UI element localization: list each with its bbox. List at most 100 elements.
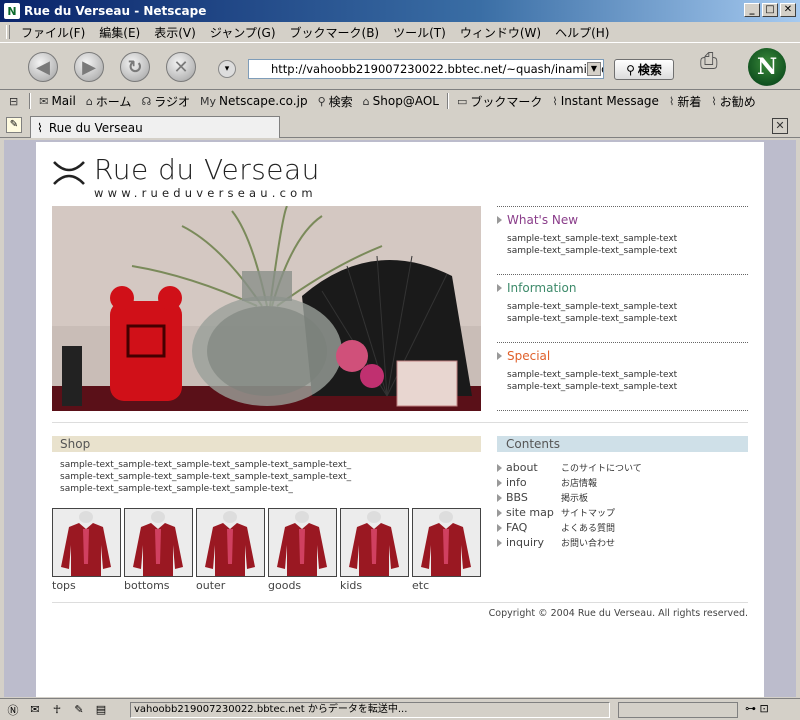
menu-tools[interactable]: ツール(T) (386, 24, 453, 41)
home-icon: ⌂ (85, 94, 93, 108)
category-label: etc (412, 579, 430, 592)
minimize-button[interactable]: _ (744, 3, 760, 17)
toolbar-item-bookmarks[interactable]: ▭ ブックマーク (452, 93, 547, 110)
contents-item-bbs[interactable]: BBS 掲示板 (497, 490, 642, 505)
toolbar-item-search[interactable]: ⚲ 検索 (313, 93, 358, 110)
radio-icon: ☊ (141, 94, 152, 108)
news-line: sample-text_sample-text_sample-text (507, 302, 678, 312)
stop-icon: ✕ (173, 56, 189, 78)
toolbar-label: ラジオ (154, 94, 190, 109)
shop-text-line: sample-text_sample-text_sample-text_samp… (60, 472, 352, 482)
news-heading-special[interactable]: Special (497, 349, 748, 363)
category-kids[interactable]: kids (340, 508, 409, 592)
sidebar-toggle[interactable]: ⊟ (4, 95, 26, 108)
tab-bar: ✎ ⌇ Rue du Verseau ✕ (0, 113, 800, 138)
toolbar-item-shop[interactable]: ⌂ Shop@AOL (358, 94, 444, 108)
product-thumbnail[interactable] (340, 508, 409, 577)
product-thumbnail[interactable] (412, 508, 481, 577)
security-lock-icon[interactable]: ⊶ ⊡ (745, 702, 793, 718)
contents-item-faq[interactable]: FAQ よくある質問 (497, 520, 642, 535)
composer-icon[interactable]: ✎ (70, 702, 88, 718)
history-dropdown-icon[interactable]: ▾ (218, 60, 236, 78)
menu-bookmarks[interactable]: ブックマーク(B) (283, 24, 387, 41)
arrow-right-icon (497, 538, 502, 547)
netscape-status-icon[interactable]: Ⓝ (4, 702, 22, 718)
contents-item-desc: お店情報 (561, 479, 598, 489)
contents-item-about[interactable]: about このサイトについて (497, 460, 642, 475)
shop-text: sample-text_sample-text_sample-text_samp… (60, 459, 351, 495)
toolbar-label: ブックマーク (470, 94, 543, 109)
tab-active[interactable]: ⌇ Rue du Verseau (30, 116, 280, 138)
product-thumbnail[interactable] (52, 508, 121, 577)
menu-window[interactable]: ウィンドウ(W) (453, 24, 548, 41)
close-tab-button[interactable]: ✕ (772, 118, 788, 134)
tab-title: Rue du Verseau (48, 120, 143, 135)
aim-icon[interactable]: ☥ (48, 702, 66, 718)
url-input[interactable]: http://vahoobb219007230022.bbtec.net/~qu… (248, 59, 604, 79)
category-etc[interactable]: etc (412, 508, 481, 592)
news-line: sample-text_sample-text_sample-text (507, 234, 678, 244)
category-label: kids (340, 579, 363, 592)
forward-button[interactable]: ▶ (74, 52, 104, 82)
toolbar-item-recommended[interactable]: ⌇ お勧め (706, 93, 760, 110)
category-bottoms[interactable]: bottoms (124, 508, 193, 592)
back-button[interactable]: ◀ (28, 52, 58, 82)
toolbar-item-instant-message[interactable]: ⌇ Instant Message (547, 94, 664, 108)
reload-button[interactable]: ↻ (120, 52, 150, 82)
site-logo[interactable]: Rue du Verseau www.rueduverseau.com (52, 156, 320, 200)
aquarius-logo-icon (53, 161, 85, 185)
category-tops[interactable]: tops (52, 508, 121, 592)
stop-button[interactable]: ✕ (166, 52, 196, 82)
news-heading-information[interactable]: Information (497, 281, 748, 295)
product-thumbnail[interactable] (124, 508, 193, 577)
news-heading-whats-new[interactable]: What's New (497, 213, 748, 227)
arrow-right-icon (497, 463, 502, 472)
magnifier-icon: ⚲ (626, 62, 635, 77)
toolbar-grip[interactable] (6, 25, 10, 39)
arrow-right-icon (497, 478, 502, 487)
toolbar-label: Shop@AOL (372, 94, 439, 108)
category-label: bottoms (124, 579, 170, 592)
search-button[interactable]: ⚲ 検索 (614, 59, 674, 80)
product-thumbnail[interactable] (268, 508, 337, 577)
category-label: tops (52, 579, 76, 592)
contents-item-desc: よくある質問 (561, 524, 616, 534)
contents-item-desc: お問い合わせ (561, 539, 616, 549)
toolbar-item-mail[interactable]: ✉ Mail (34, 94, 81, 108)
url-dropdown-icon[interactable]: ▼ (587, 62, 601, 76)
toolbar-item-new[interactable]: ⌇ 新着 (664, 93, 706, 110)
menu-file[interactable]: ファイル(F) (14, 24, 92, 41)
netscape-app-icon[interactable]: N (4, 3, 20, 19)
menu-edit[interactable]: 編集(E) (92, 24, 147, 41)
arrow-right-icon (497, 216, 502, 224)
toolbar-item-radio[interactable]: ☊ ラジオ (136, 93, 195, 110)
close-button[interactable]: ✕ (780, 3, 796, 17)
contents-item-inquiry[interactable]: inquiry お問い合わせ (497, 535, 642, 550)
category-outer[interactable]: outer (196, 508, 265, 592)
toolbar-item-netscape[interactable]: My Netscape.co.jp (195, 94, 313, 108)
mail-icon[interactable]: ✉ (26, 702, 44, 718)
print-icon[interactable]: ⎙ (700, 49, 718, 74)
contents-item-sitemap[interactable]: site map サイトマップ (497, 505, 642, 520)
my-icon: My (199, 94, 216, 108)
netscape-logo[interactable]: N (748, 48, 786, 86)
maximize-button[interactable]: □ (762, 3, 778, 17)
contents-item-desc: 掲示板 (561, 494, 589, 504)
menu-bar: ファイル(F) 編集(E) 表示(V) ジャンプ(G) ブックマーク(B) ツー… (0, 22, 800, 42)
menu-help[interactable]: ヘルプ(H) (548, 24, 616, 41)
new-tab-icon[interactable]: ✎ (6, 117, 22, 133)
product-thumbnail[interactable] (196, 508, 265, 577)
address-book-icon[interactable]: ▤ (92, 702, 110, 718)
window-title: Rue du Verseau - Netscape (24, 4, 207, 18)
category-goods[interactable]: goods (268, 508, 337, 592)
menu-go[interactable]: ジャンプ(G) (203, 24, 283, 41)
menu-view[interactable]: 表示(V) (147, 24, 203, 41)
content-viewport: Rue du Verseau www.rueduverseau.com What… (4, 140, 796, 697)
url-text: http://vahoobb219007230022.bbtec.net/~qu… (271, 62, 604, 76)
footer-divider (52, 602, 748, 603)
contents-item-label: site map (506, 506, 554, 519)
toolbar-item-home[interactable]: ⌂ ホーム (81, 93, 137, 110)
shop-text-line: sample-text_sample-text_sample-text_samp… (60, 484, 293, 494)
contents-item-info[interactable]: info お店情報 (497, 475, 642, 490)
link-icon: ⌇ (552, 94, 558, 108)
